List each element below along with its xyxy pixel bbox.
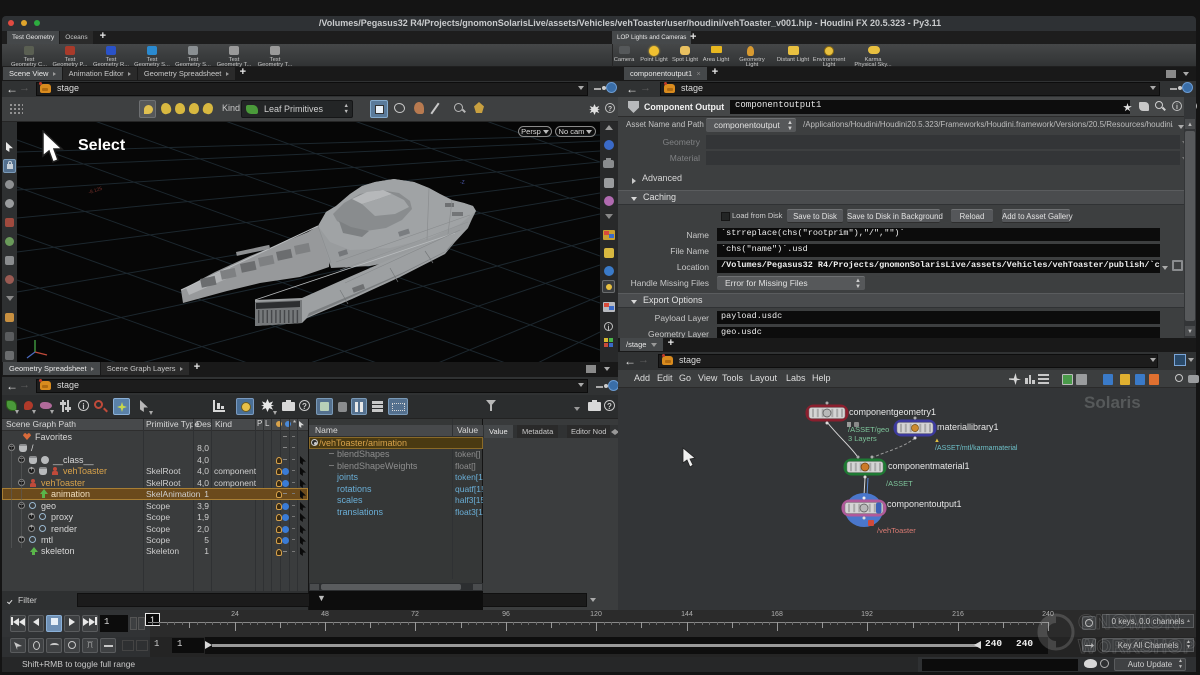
- svg-text:-Z: -Z: [460, 180, 465, 186]
